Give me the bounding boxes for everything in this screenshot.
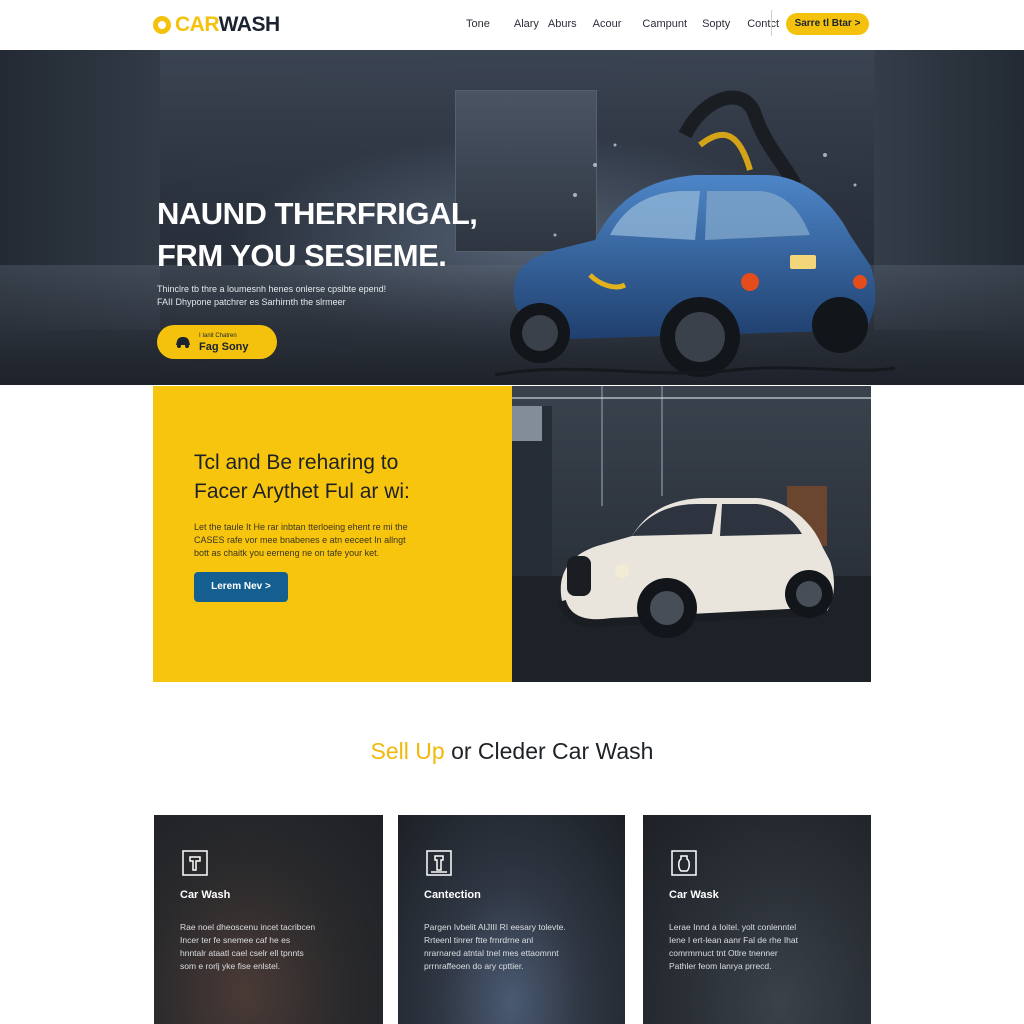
hero-subtitle-line-1: Thinclre tb thre a loumesnh henes onlers… bbox=[157, 284, 387, 294]
logo-ring-icon bbox=[153, 16, 171, 34]
feature-title-line-1: Tcl and Be reharing to bbox=[194, 451, 399, 474]
hero-title-line-2: FRM YOU SESIEME. bbox=[157, 238, 447, 273]
feature-body-line-2: CASES rafe vor mee bnabenes e atn eeceet… bbox=[194, 535, 406, 545]
section-title-accent: Sell Up bbox=[370, 738, 445, 764]
card-3-body: Lerae Innd a Ioitel. yolt conlenntel Ien… bbox=[669, 921, 849, 973]
hero-title: NAUND THERFRIGAL, FRM YOU SESIEME. bbox=[157, 193, 517, 277]
feature-title-line-2: Facer Arythet Ful ar wi: bbox=[194, 480, 410, 503]
brand-logo[interactable]: CARWASH bbox=[153, 13, 280, 37]
logo-text: CARWASH bbox=[175, 13, 280, 37]
nav-item-7[interactable]: Contct bbox=[747, 18, 779, 30]
hero-cta-label: Fag Sony bbox=[199, 341, 249, 353]
white-car-illustration bbox=[512, 386, 871, 682]
nav-item-3[interactable]: Aburs bbox=[548, 18, 577, 30]
card-1-body-line-3: hnntalr ataatl cael cselr ell tpnnts bbox=[180, 948, 304, 958]
card-3-body-line-4: Pathler feom lanrya prrecd. bbox=[669, 961, 772, 971]
nav-item-2[interactable]: Alary bbox=[514, 18, 539, 30]
services-section-title: Sell Up or Cleder Car Wash bbox=[0, 738, 1024, 765]
card-3-background bbox=[643, 815, 871, 1024]
service-card-2[interactable]: Cantection Pargen Ivbelit AIJIII RI eesa… bbox=[398, 815, 625, 1024]
card-2-title: Cantection bbox=[424, 889, 481, 901]
card-3-body-line-1: Lerae Innd a Ioitel. yolt conlenntel bbox=[669, 922, 797, 932]
section-title-rest: or Cleder Car Wash bbox=[444, 738, 654, 764]
service-card-3[interactable]: Car Wask Lerae Innd a Ioitel. yolt conle… bbox=[643, 815, 871, 1024]
hero-section: NAUND THERFRIGAL, FRM YOU SESIEME. Thinc… bbox=[0, 50, 1024, 385]
card-1-body-line-4: som e rorlj yke fise enlstel. bbox=[180, 961, 281, 971]
car-icon bbox=[176, 337, 190, 348]
nav-divider bbox=[771, 10, 772, 36]
card-2-body-line-3: nrarnared atntal tnel mes ettaomnnt bbox=[424, 948, 559, 958]
card-3-body-line-2: Iene I ert-lean aanr Fal de rhe Ihat bbox=[669, 935, 798, 945]
card-2-body: Pargen Ivbelit AIJIII RI eesary tolevte.… bbox=[424, 921, 604, 973]
nav-item-4[interactable]: Acour bbox=[593, 18, 622, 30]
nav-item-6[interactable]: Sopty bbox=[702, 18, 730, 30]
card-3-title: Car Wask bbox=[669, 889, 719, 901]
nav-item-5[interactable]: Campunt bbox=[642, 18, 687, 30]
card-2-body-line-4: prrnraffeoen do ary cpttier. bbox=[424, 961, 524, 971]
card-1-title: Car Wash bbox=[180, 889, 231, 901]
header-cta-button[interactable]: Sarre tl Btar > bbox=[786, 13, 869, 35]
logo-accent-text: WASH bbox=[218, 13, 281, 36]
spray-nozzle-icon bbox=[426, 850, 452, 876]
hero-subtitle-line-2: FAII Dhypone patchrer es Sarhirnth the s… bbox=[157, 297, 346, 307]
card-2-background bbox=[398, 815, 625, 1024]
feature-text-panel: Tcl and Be reharing to Facer Arythet Ful… bbox=[153, 386, 512, 682]
feature-body-line-3: bott as chaitk you eerneng ne on tafe yo… bbox=[194, 548, 380, 558]
hero-car-illustration bbox=[495, 90, 895, 377]
feature-body-line-1: Let the taule It He rar inbtan tterloein… bbox=[194, 522, 408, 532]
card-1-body: Rae noel dheoscenu incet tacribcen Incer… bbox=[180, 921, 360, 973]
learn-more-button[interactable]: Lerem Nev > bbox=[194, 572, 288, 602]
feature-body: Let the taule It He rar inbtan tterloein… bbox=[194, 521, 494, 560]
card-1-body-line-1: Rae noel dheoscenu incet tacribcen bbox=[180, 922, 316, 932]
hero-title-line-1: NAUND THERFRIGAL, bbox=[157, 196, 478, 231]
card-2-body-line-1: Pargen Ivbelit AIJIII RI eesary tolevte. bbox=[424, 922, 566, 932]
logo-main-text: CAR bbox=[175, 13, 219, 36]
feature-title: Tcl and Be reharing to Facer Arythet Ful… bbox=[194, 448, 494, 506]
card-2-body-line-2: Rrteenl tinrer ftte frnrdrne anl bbox=[424, 935, 534, 945]
main-nav: Tone Alary Aburs Acour Campunt Sopty Con… bbox=[458, 18, 779, 30]
service-card-1[interactable]: Car Wash Rae noel dheoscenu incet tacrib… bbox=[154, 815, 383, 1024]
feature-section: Tcl and Be reharing to Facer Arythet Ful… bbox=[153, 386, 871, 682]
card-1-background bbox=[154, 815, 383, 1024]
feature-car-photo bbox=[512, 386, 871, 682]
card-1-body-line-2: Incer ter fe snemee caf he es bbox=[180, 935, 291, 945]
hero-subtitle: Thinclre tb thre a loumesnh henes onlers… bbox=[157, 283, 457, 309]
hero-cta-text: I Ianit Chatren Fag Sony bbox=[199, 331, 249, 353]
card-3-body-line-3: comrmrnuct tnt Otlre tnenner bbox=[669, 948, 778, 958]
nav-item-1[interactable]: Tone bbox=[466, 18, 490, 30]
brush-tool-icon bbox=[182, 850, 208, 876]
hero-cta-button[interactable]: I Ianit Chatren Fag Sony bbox=[157, 325, 277, 359]
spray-bottle-icon bbox=[671, 850, 697, 876]
top-navigation-bar: CARWASH Tone Alary Aburs Acour Campunt S… bbox=[0, 0, 1024, 50]
